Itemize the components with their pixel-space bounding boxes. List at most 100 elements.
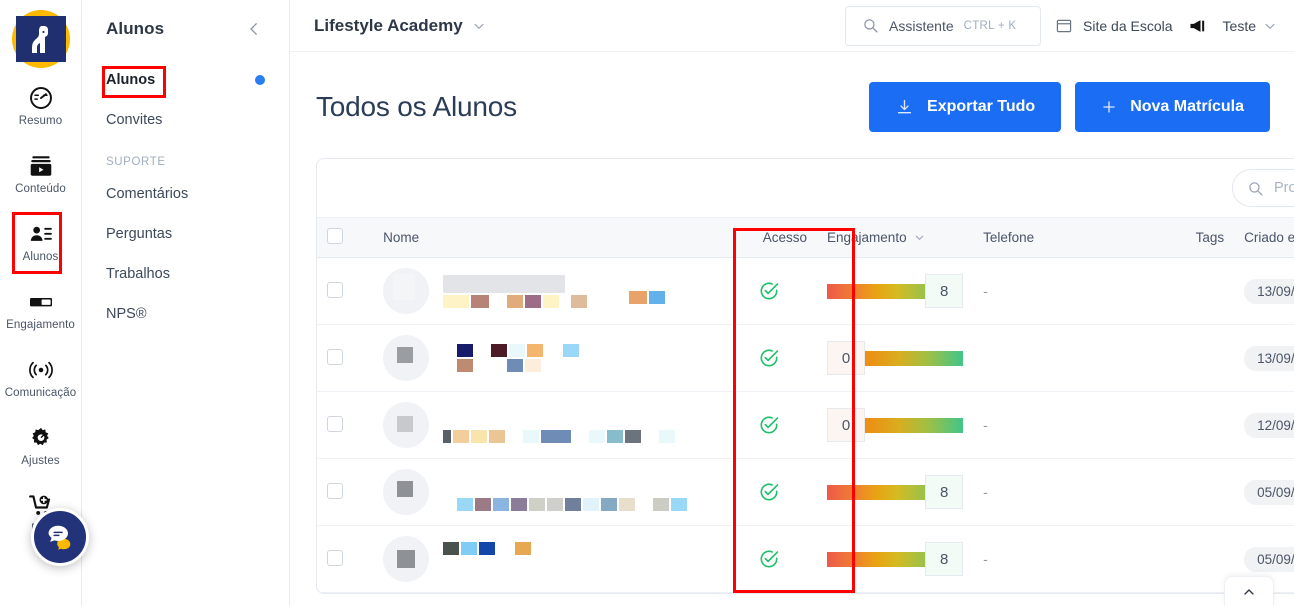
- search-input[interactable]: [1274, 180, 1294, 196]
- sidebar-item-nps[interactable]: NPS®: [82, 294, 289, 334]
- access-active-icon: [732, 481, 807, 503]
- th-engajamento[interactable]: Engajamento: [817, 217, 974, 258]
- page-actions: Exportar Tudo Nova Matrícula: [869, 82, 1270, 132]
- export-all-button[interactable]: Exportar Tudo: [869, 82, 1062, 132]
- th-acesso[interactable]: Acesso: [721, 217, 818, 258]
- sidebar-item-comentarios[interactable]: Comentários: [82, 174, 289, 214]
- rail-label-engajamento: Engajamento: [6, 319, 75, 331]
- sidebar-item-trabalhos[interactable]: Trabalhos: [82, 254, 289, 294]
- new-enrollment-button[interactable]: Nova Matrícula: [1075, 82, 1270, 132]
- rail-item-resumo[interactable]: Resumo: [0, 72, 82, 140]
- assistant-search-button[interactable]: Assistente CTRL + K: [845, 5, 1042, 46]
- app-logo[interactable]: [4, 6, 78, 72]
- cell-tags: [1136, 525, 1235, 593]
- rail-label-resumo: Resumo: [18, 115, 63, 127]
- cell-select: [317, 324, 374, 392]
- secondary-sidebar-list: Alunos Convites SUPORTE Comentários Perg…: [82, 60, 289, 334]
- sidebar-item-alunos[interactable]: Alunos: [82, 60, 289, 100]
- telefone-value: -: [983, 484, 988, 500]
- cell-nome: [373, 458, 722, 526]
- search-icon: [862, 17, 879, 34]
- sidebar-item-perguntas[interactable]: Perguntas: [82, 214, 289, 254]
- row-checkbox[interactable]: [327, 482, 343, 499]
- telefone-value: -: [983, 551, 988, 567]
- page-header: Todos os Alunos Exportar Tudo Nova Matrí…: [290, 52, 1294, 132]
- scroll-to-top-button[interactable]: [1224, 576, 1274, 606]
- cell-telefone: -: [973, 525, 1137, 593]
- cell-acesso: [721, 391, 818, 459]
- access-active-icon: [732, 414, 807, 436]
- row-checkbox[interactable]: [327, 281, 343, 298]
- top-bar-right: Assistente CTRL + K Site da Escola Teste: [845, 5, 1278, 46]
- unread-dot-badge: [255, 75, 265, 85]
- chevron-down-icon: [1262, 18, 1278, 34]
- th-nome[interactable]: Nome: [373, 217, 722, 258]
- table-row[interactable]: 8 - 05/09/2023 há 1 dia: [317, 525, 1294, 593]
- table-row[interactable]: 8 - 13/09/2023 há 22 ho: [317, 257, 1294, 325]
- cell-engajamento: 8: [817, 257, 974, 325]
- rail-item-engajamento[interactable]: Engajamento: [0, 276, 82, 344]
- table-body: 8 - 13/09/2023 há 22 ho: [317, 257, 1294, 593]
- access-active-icon: [732, 280, 807, 302]
- redacted-name: [443, 541, 532, 577]
- chevron-left-icon[interactable]: [241, 16, 267, 42]
- sidebar-item-label-perguntas: Perguntas: [106, 226, 173, 242]
- sidebar-item-label-comentarios: Comentários: [106, 186, 189, 202]
- th-select-all: [317, 217, 374, 258]
- avatar: [383, 536, 430, 582]
- app-root: Resumo Conteúdo Alunos Engajamento Comun: [0, 0, 1294, 606]
- rail-item-comunicacao[interactable]: Comunicação: [0, 344, 82, 412]
- table-head: Nome Acesso Engajamento Telefone Tags Cr…: [317, 217, 1294, 258]
- cell-engajamento: 0: [817, 324, 974, 392]
- llama-logo: [15, 16, 66, 62]
- cell-select: [317, 525, 374, 593]
- cell-nome: [373, 525, 722, 593]
- cell-telefone: -: [973, 391, 1137, 459]
- user-menu[interactable]: Teste: [1223, 18, 1278, 34]
- row-checkbox[interactable]: [327, 348, 343, 365]
- sidebar-section-suporte: SUPORTE: [106, 156, 166, 168]
- secondary-sidebar: Alunos Alunos Convites SUPORTE Comentári…: [82, 0, 290, 606]
- rail-item-ajustes[interactable]: Ajustes: [0, 412, 82, 480]
- th-label-engajamento: Engajamento: [827, 230, 907, 245]
- table-row[interactable]: 0 13/09/2023 Nunca: [317, 324, 1294, 392]
- assistant-label: Assistente: [889, 17, 954, 34]
- students-table: Nome Acesso Engajamento Telefone Tags Cr…: [317, 217, 1294, 593]
- engagement-bar: [865, 350, 964, 366]
- school-switcher[interactable]: Lifestyle Academy: [314, 16, 487, 36]
- students-icon: [27, 221, 55, 247]
- engagement-score: 0: [827, 408, 866, 442]
- secondary-sidebar-title: Alunos: [106, 19, 165, 38]
- th-criado-em[interactable]: Criado em: [1234, 217, 1294, 258]
- rail-item-alunos[interactable]: Alunos: [0, 208, 82, 276]
- cell-criado-em: 13/09/2023: [1234, 257, 1294, 325]
- cell-acesso: [721, 257, 818, 325]
- th-label-nome: Nome: [383, 230, 420, 245]
- criado-em-pill: 05/09/2023: [1244, 546, 1294, 572]
- rail-item-conteudo[interactable]: Conteúdo: [0, 140, 82, 208]
- engagement-bar: [865, 417, 964, 433]
- table-row[interactable]: 8 - 05/09/2023 há 3 dias: [317, 458, 1294, 526]
- select-all-checkbox[interactable]: [327, 228, 343, 244]
- telefone-value: -: [983, 283, 988, 299]
- engagement-bar: [827, 283, 926, 299]
- cell-select: [317, 458, 374, 526]
- th-telefone[interactable]: Telefone: [973, 217, 1137, 258]
- toggle-icon: [27, 289, 55, 315]
- chat-bubble-icon: [45, 522, 75, 552]
- table-row[interactable]: 0 - 12/09/2023 Nunca: [317, 391, 1294, 459]
- engagement-meter: 8: [827, 475, 964, 509]
- th-tags[interactable]: Tags: [1136, 217, 1235, 258]
- engagement-meter: 0: [827, 341, 964, 375]
- row-checkbox[interactable]: [327, 415, 343, 432]
- megaphone-icon[interactable]: [1187, 16, 1209, 36]
- secondary-sidebar-header: Alunos: [82, 0, 289, 42]
- sidebar-item-convites[interactable]: Convites: [82, 100, 289, 140]
- chat-launcher-button[interactable]: [31, 508, 89, 566]
- cell-telefone: -: [973, 257, 1137, 325]
- search-box[interactable]: [1232, 169, 1294, 207]
- new-enrollment-label: Nova Matrícula: [1130, 98, 1244, 115]
- row-checkbox[interactable]: [327, 549, 343, 566]
- engagement-score: 8: [925, 542, 964, 576]
- school-site-link[interactable]: Site da Escola: [1055, 17, 1173, 35]
